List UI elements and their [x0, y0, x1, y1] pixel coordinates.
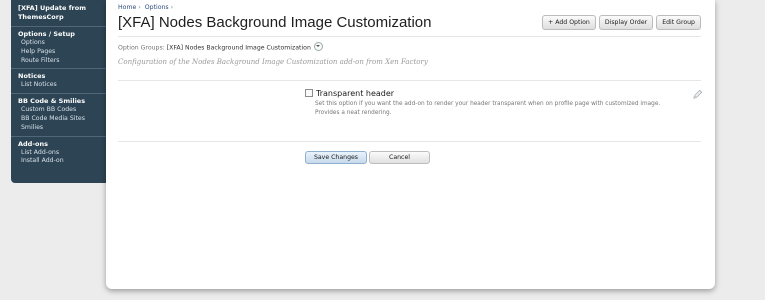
sidebar-heading[interactable]: Notices — [11, 72, 106, 81]
save-changes-button[interactable]: Save Changes — [305, 151, 367, 164]
option-groups-value[interactable]: [XFA] Nodes Background Image Customizati… — [167, 45, 311, 52]
sidebar-section-notices: Notices List Notices — [11, 69, 106, 95]
sidebar-item-list-add-ons[interactable]: List Add-ons — [11, 149, 106, 158]
sidebar-heading[interactable]: Add-ons — [11, 140, 106, 149]
page-actions: + Add Option Display Order Edit Group — [542, 15, 701, 30]
sidebar-item-list-notices[interactable]: List Notices — [11, 81, 106, 90]
sidebar-top-link[interactable]: [XFA] Update from ThemesCorp — [11, 0, 106, 27]
chevron-down-icon[interactable] — [313, 42, 323, 51]
sidebar-item-route-filters[interactable]: Route Filters — [11, 57, 106, 66]
option-hint-line: Provides a neat rendering. — [315, 110, 392, 116]
sidebar-section-add-ons: Add-ons List Add-ons Install Add-on — [11, 137, 106, 170]
add-option-button[interactable]: + Add Option — [542, 15, 596, 30]
main-content-panel: Home › Options › [XFA] Nodes Background Ima… — [106, 0, 715, 289]
sidebar-item-bb-code-media-sites[interactable]: BB Code Media Sites — [11, 115, 106, 124]
sidebar-heading[interactable]: Options / Setup — [11, 30, 106, 39]
admin-sidebar: [XFA] Update from ThemesCorp Options / S… — [11, 0, 106, 183]
group-description: Configuration of the Nodes Background Im… — [118, 58, 428, 66]
sidebar-item-smilies[interactable]: Smilies — [11, 124, 106, 133]
option-transparent-header: Transparent header — [305, 89, 394, 98]
transparent-header-label[interactable]: Transparent header — [316, 89, 394, 98]
pencil-icon[interactable] — [692, 89, 703, 100]
edit-group-button[interactable]: Edit Group — [656, 15, 701, 30]
option-hint-line: Set this option if you want the add-on t… — [315, 101, 661, 107]
breadcrumb-separator: › — [138, 4, 141, 11]
option-groups-selector: Option Groups: [XFA] Nodes Background Im… — [118, 42, 323, 52]
sidebar-section-options-setup: Options / Setup Options Help Pages Route… — [11, 27, 106, 70]
option-hint: Set this option if you want the add-on t… — [315, 100, 705, 118]
page-title: [XFA] Nodes Background Image Customizati… — [118, 14, 432, 31]
sidebar-heading[interactable]: BB Code & Smilies — [11, 97, 106, 106]
breadcrumb-home[interactable]: Home — [118, 4, 136, 11]
divider — [118, 80, 701, 81]
sidebar-item-help-pages[interactable]: Help Pages — [11, 48, 106, 57]
transparent-header-checkbox[interactable] — [305, 89, 313, 97]
breadcrumb: Home › Options › — [118, 4, 177, 11]
cancel-button[interactable]: Cancel — [369, 151, 430, 164]
breadcrumb-separator: › — [170, 4, 174, 11]
sidebar-item-options[interactable]: Options — [11, 39, 106, 48]
option-groups-label: Option Groups: — [118, 44, 165, 52]
divider — [118, 36, 701, 37]
sidebar-item-custom-bb-codes[interactable]: Custom BB Codes — [11, 106, 106, 115]
display-order-button[interactable]: Display Order — [598, 15, 654, 30]
breadcrumb-options[interactable]: Options — [145, 4, 169, 11]
divider — [118, 141, 701, 142]
sidebar-item-install-add-on[interactable]: Install Add-on — [11, 157, 106, 166]
sidebar-section-bbcode-smilies: BB Code & Smilies Custom BB Codes BB Cod… — [11, 94, 106, 137]
